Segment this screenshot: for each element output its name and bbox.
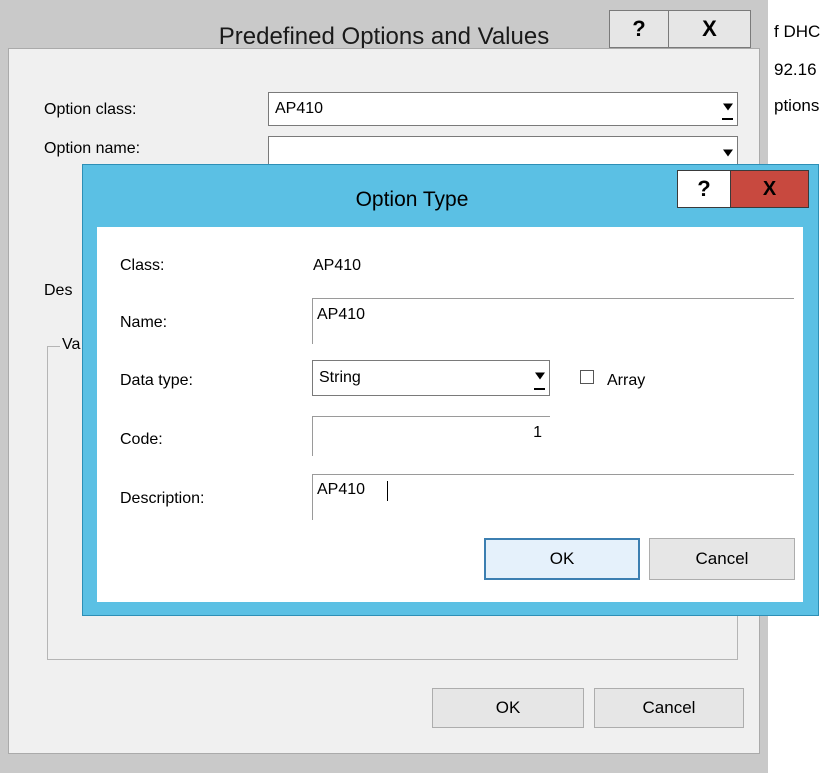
option-name-label: Option name: <box>44 140 141 157</box>
data-type-label: Data type: <box>120 372 193 389</box>
outer-ok-button[interactable]: OK <box>432 688 584 728</box>
code-label: Code: <box>120 431 163 448</box>
close-icon: X <box>702 16 717 41</box>
inner-cancel-button[interactable]: Cancel <box>649 538 795 580</box>
background-text-line: f DHC <box>774 22 821 41</box>
array-checkbox[interactable] <box>580 370 594 384</box>
option-type-dialog-title: Option Type <box>355 188 469 211</box>
array-label: Array <box>607 372 646 389</box>
description-label: Des <box>44 282 73 299</box>
class-label: Class: <box>120 257 165 274</box>
inner-help-button[interactable]: ? <box>677 170 731 208</box>
name-input[interactable]: AP410 <box>312 298 794 344</box>
text-cursor <box>387 481 388 501</box>
help-icon: ? <box>697 176 711 201</box>
code-input[interactable]: 1 <box>312 416 550 456</box>
class-value: AP410 <box>313 257 362 274</box>
data-type-select[interactable]: String <box>312 360 550 396</box>
data-type-value: String <box>319 369 361 386</box>
name-input-value: AP410 <box>317 306 366 323</box>
background-text-line: 92.16 <box>774 60 817 79</box>
background-text-line: ptions <box>774 96 820 115</box>
inner-ok-button[interactable]: OK <box>484 538 640 580</box>
description-label: Description: <box>120 490 205 507</box>
option-class-value: AP410 <box>275 100 324 117</box>
option-class-select[interactable]: AP410 <box>268 92 738 126</box>
close-icon: X <box>762 177 777 200</box>
help-icon: ? <box>632 16 646 41</box>
name-label: Name: <box>120 314 168 331</box>
description-input-value: AP410 <box>317 481 366 498</box>
code-input-value: 1 <box>533 424 542 441</box>
outer-help-button[interactable]: ? <box>609 10 669 48</box>
option-class-label: Option class: <box>44 101 137 118</box>
outer-cancel-button[interactable]: Cancel <box>594 688 744 728</box>
value-group-label: Va <box>60 336 83 354</box>
description-input[interactable]: AP410 <box>312 474 794 520</box>
inner-close-button[interactable]: X <box>731 170 809 208</box>
outer-close-button[interactable]: X <box>669 10 751 48</box>
